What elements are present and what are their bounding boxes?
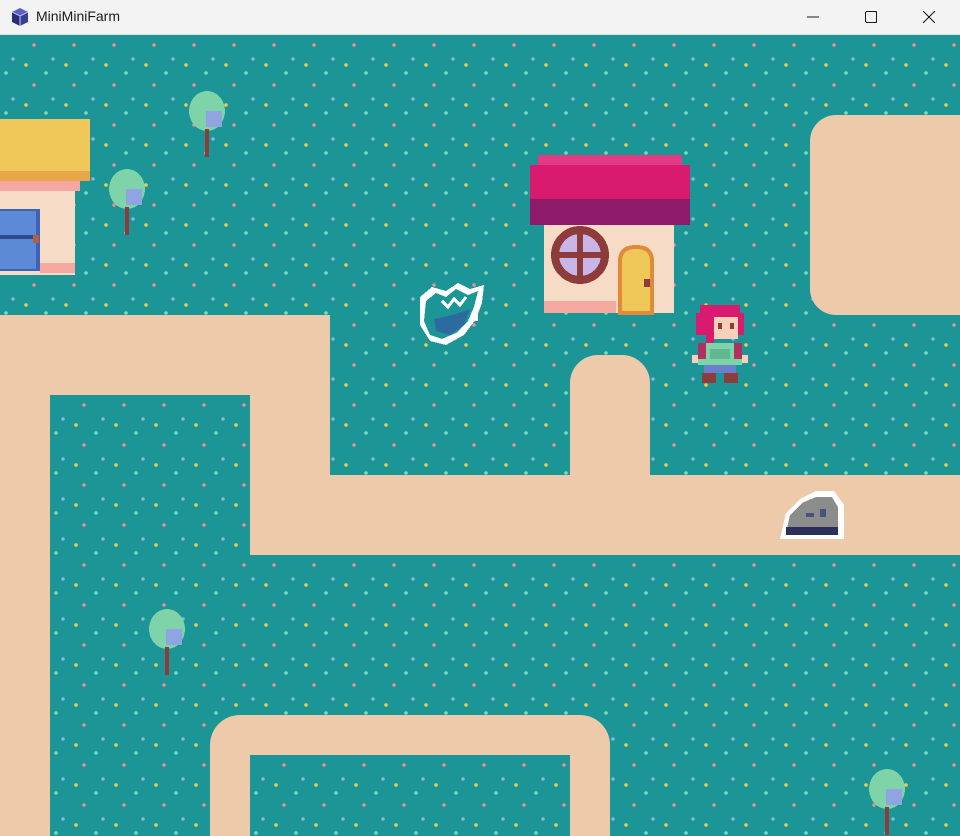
tree — [148, 609, 186, 675]
dirt-path — [570, 355, 650, 495]
minimize-button[interactable] — [784, 0, 842, 34]
game-viewport[interactable] — [0, 35, 960, 836]
window-title: MiniMiniFarm — [36, 8, 120, 24]
cube-app-icon — [10, 7, 30, 27]
dirt-clearing — [810, 115, 960, 315]
rock[interactable] — [776, 483, 848, 545]
dirt-path — [0, 315, 50, 836]
bird-creature[interactable] — [412, 279, 492, 351]
maximize-icon — [865, 11, 877, 23]
tree — [868, 769, 906, 835]
tree — [188, 91, 226, 157]
grass-patch — [250, 755, 570, 836]
minimize-icon — [807, 16, 819, 18]
house-yellow-roof[interactable] — [0, 115, 92, 277]
house-red-roof[interactable] — [530, 155, 690, 317]
window-titlebar[interactable]: MiniMiniFarm — [0, 0, 960, 35]
close-icon — [923, 11, 935, 23]
close-button[interactable] — [900, 0, 958, 34]
maximize-button[interactable] — [842, 0, 900, 34]
tree — [108, 169, 146, 235]
player-character[interactable] — [688, 303, 752, 387]
